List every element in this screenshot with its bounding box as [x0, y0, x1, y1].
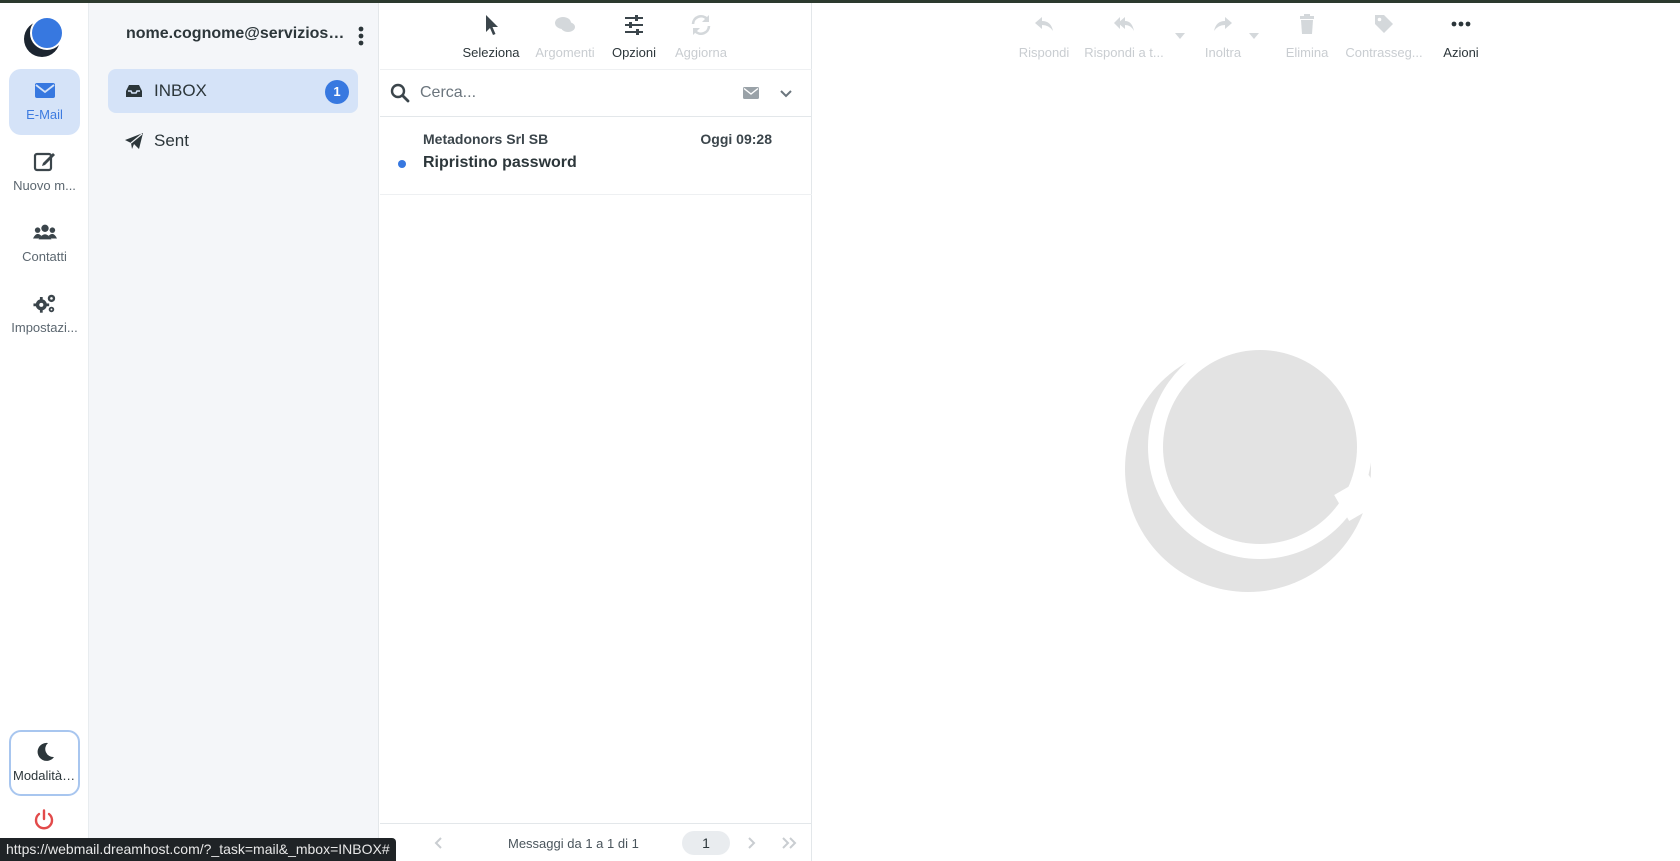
comments-icon [555, 17, 575, 32]
message-date: Oggi 09:28 [700, 131, 772, 147]
message-row[interactable]: Metadonors Srl SB Oggi 09:28 Ripristino … [380, 117, 812, 195]
forward-caret-icon[interactable] [1249, 33, 1259, 39]
logo-watermark-icon [1125, 335, 1379, 592]
forward-button[interactable]: Inoltra [1197, 11, 1249, 63]
nav-item-settings[interactable]: Impostazi... [9, 282, 80, 348]
nav-item-email[interactable]: E-Mail [9, 69, 80, 135]
folder-label: INBOX [154, 81, 207, 100]
logout-power-icon[interactable] [33, 809, 55, 831]
nav-item-compose[interactable]: Nuovo m... [9, 140, 80, 206]
envelope-icon [34, 83, 55, 98]
options-button[interactable]: Opzioni [608, 11, 660, 63]
refresh-label: Aggiorna [674, 45, 728, 60]
refresh-button[interactable]: Aggiorna [670, 11, 732, 63]
delete-label: Elimina [1285, 45, 1329, 60]
previous-page-icon[interactable] [432, 836, 446, 850]
paper-plane-icon [125, 133, 143, 149]
options-label: Opzioni [611, 45, 657, 60]
actions-button[interactable]: Azioni [1435, 11, 1487, 63]
nav-item-label: Nuovo m... [13, 178, 76, 193]
nav-item-label: Contatti [22, 249, 67, 264]
delete-button[interactable]: Elimina [1281, 11, 1333, 63]
threads-button[interactable]: Argomenti [532, 11, 598, 63]
reply-all-label: Rispondi a t... [1084, 45, 1164, 60]
search-icon[interactable] [390, 83, 410, 103]
tag-icon [1375, 15, 1393, 33]
reply-all-caret-icon[interactable] [1175, 33, 1185, 39]
next-page-icon[interactable] [744, 836, 758, 850]
reply-button[interactable]: Rispondi [1011, 11, 1077, 63]
message-subject: Ripristino password [423, 154, 577, 171]
pagination-bar: Messaggi da 1 a 1 di 1 1 [380, 823, 812, 861]
reply-label: Rispondi [1018, 45, 1070, 60]
nav-item-label: E-Mail [26, 107, 63, 122]
nav-item-label: Impostazi... [11, 320, 78, 335]
moon-icon [37, 742, 54, 761]
forward-icon [1214, 17, 1232, 31]
folder-label: Sent [154, 131, 189, 150]
chevron-down-icon[interactable] [780, 87, 792, 99]
flag-label: Contrasseg... [1345, 45, 1423, 60]
kebab-menu-icon[interactable] [356, 25, 366, 47]
unread-dot-icon [398, 160, 406, 168]
refresh-icon [691, 15, 711, 35]
logo-icon [24, 16, 64, 57]
select-label: Seleziona [462, 45, 520, 60]
inbox-icon [126, 85, 142, 97]
flag-button[interactable]: Contrasseg... [1343, 11, 1425, 63]
select-button[interactable]: Seleziona [460, 11, 522, 63]
last-page-icon[interactable] [780, 836, 798, 850]
reply-icon [1035, 17, 1053, 31]
account-email: nome.cognome@serviziosost... [126, 25, 351, 42]
message-sender: Metadonors Srl SB [423, 131, 549, 147]
users-icon [32, 224, 57, 240]
more-dots-icon [1451, 21, 1471, 27]
dark-mode-label: Modalità ... [13, 768, 77, 783]
forward-label: Inoltra [1204, 45, 1242, 60]
threads-label: Argomenti [535, 45, 595, 60]
search-input[interactable] [420, 79, 720, 107]
actions-label: Azioni [1443, 45, 1479, 60]
message-list-pane: Seleziona Argomenti Opzioni Aggiorna Cer… [380, 3, 812, 861]
search-bar [380, 69, 812, 117]
folder-pane: nome.cognome@serviziosost... INBOX 1 Sen… [89, 3, 379, 861]
folder-item-inbox[interactable]: INBOX 1 [108, 69, 358, 113]
dark-mode-toggle[interactable]: Modalità ... [9, 730, 80, 796]
cursor-pointer-icon [486, 15, 498, 35]
reply-all-button[interactable]: Rispondi a t... [1081, 11, 1167, 63]
main-navigation: E-Mail Nuovo m... Contatti Impostazi... … [0, 3, 89, 861]
unread-count-badge: 1 [325, 80, 349, 104]
reply-all-icon [1114, 17, 1134, 31]
trash-icon [1300, 14, 1314, 34]
nav-item-contacts[interactable]: Contatti [9, 211, 80, 277]
gears-icon [32, 294, 55, 313]
message-preview-pane: Rispondi Rispondi a t... Inoltra Elimina [813, 3, 1680, 861]
folder-item-sent[interactable]: Sent [108, 119, 358, 163]
compose-icon [33, 152, 55, 172]
sliders-icon [625, 15, 643, 35]
envelope-filter-icon[interactable] [742, 85, 760, 101]
status-bar-url: https://webmail.dreamhost.com/?_task=mai… [0, 838, 396, 861]
message-count: Messaggi da 1 a 1 di 1 [508, 836, 639, 851]
current-page[interactable]: 1 [682, 831, 730, 855]
